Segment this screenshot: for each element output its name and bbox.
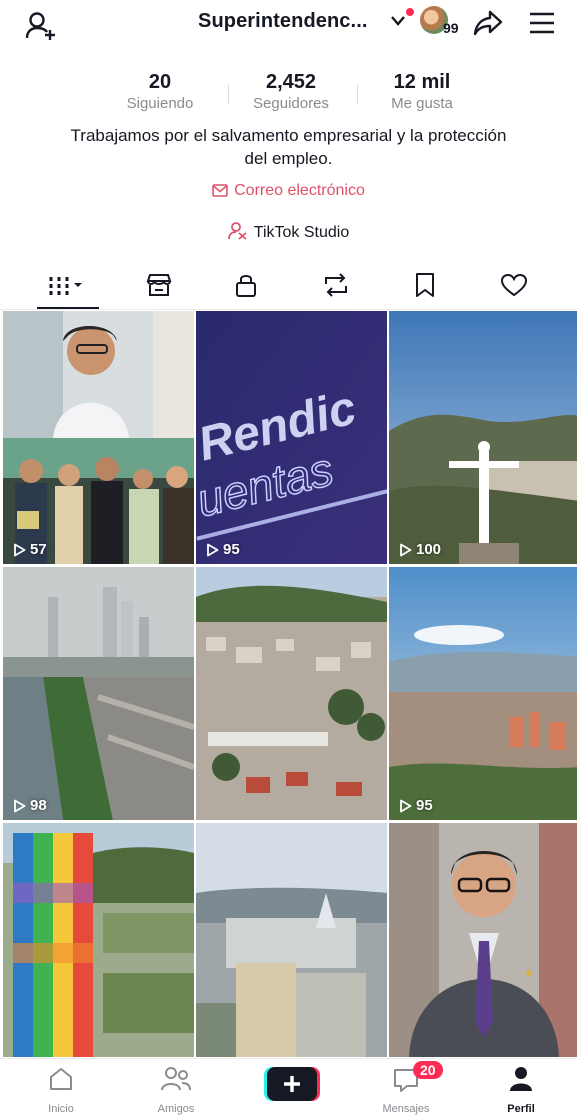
create-button[interactable] bbox=[264, 1067, 320, 1101]
video-tile[interactable]: 57 bbox=[3, 311, 194, 564]
view-count: 98 bbox=[13, 797, 47, 814]
lock-icon bbox=[234, 272, 258, 303]
username-title[interactable]: Superintendenc... bbox=[198, 10, 368, 33]
followers-count: 2,452 bbox=[265, 71, 317, 93]
mail-icon bbox=[212, 184, 228, 202]
video-tile[interactable]: 100 bbox=[389, 311, 577, 564]
notification-count: 99 bbox=[443, 20, 459, 36]
view-count: 95 bbox=[399, 797, 433, 814]
add-user-icon[interactable] bbox=[24, 8, 58, 42]
view-count: 100 bbox=[399, 541, 441, 558]
profile-icon bbox=[508, 1065, 534, 1098]
video-tile[interactable]: 95 bbox=[389, 567, 577, 820]
bookmark-icon bbox=[414, 272, 436, 303]
tab-favorites[interactable] bbox=[377, 264, 473, 310]
likes-count: 12 mil bbox=[393, 71, 451, 93]
view-count: 57 bbox=[13, 541, 47, 558]
following-stat[interactable]: 20 Siguiendo bbox=[95, 70, 225, 114]
video-tile[interactable]: 98 bbox=[3, 567, 194, 820]
nav-friends[interactable]: Amigos bbox=[121, 1059, 231, 1116]
likes-stat[interactable]: 12 mil Me gusta bbox=[357, 70, 487, 114]
friends-icon bbox=[160, 1065, 192, 1098]
shop-icon bbox=[145, 272, 173, 303]
nav-home[interactable]: Inicio bbox=[6, 1059, 116, 1116]
video-tile[interactable] bbox=[196, 823, 387, 1076]
video-tile[interactable]: Rendic uentas 95 bbox=[196, 311, 387, 564]
repost-icon bbox=[322, 272, 350, 303]
bottom-navigation: Inicio Amigos 20 Mensajes Perfil bbox=[0, 1058, 577, 1116]
profile-tabs bbox=[0, 264, 577, 310]
inbox-badge: 20 bbox=[413, 1061, 443, 1079]
email-label: Correo electrónico bbox=[234, 182, 365, 199]
nav-inbox-label: Mensajes bbox=[382, 1103, 430, 1115]
heart-icon bbox=[500, 273, 528, 302]
studio-label: TikTok Studio bbox=[253, 224, 350, 241]
followers-label: Seguidores bbox=[253, 95, 329, 112]
profile-header: Superintendenc... 99 bbox=[0, 0, 577, 50]
nav-profile[interactable]: Perfil bbox=[466, 1059, 576, 1116]
tab-reposts[interactable] bbox=[288, 264, 384, 310]
view-count: 95 bbox=[206, 541, 240, 558]
tab-videos[interactable] bbox=[20, 264, 116, 310]
videos-grid-icon bbox=[47, 273, 89, 302]
video-tile[interactable] bbox=[196, 567, 387, 820]
tab-liked[interactable] bbox=[466, 264, 562, 310]
profile-bio: Trabajamos por el salvamento empresarial… bbox=[70, 126, 507, 168]
video-tile[interactable] bbox=[389, 823, 577, 1076]
nav-friends-label: Amigos bbox=[157, 1103, 195, 1115]
following-count: 20 bbox=[148, 71, 172, 93]
studio-icon bbox=[227, 222, 248, 245]
email-link[interactable]: Correo electrónico bbox=[0, 182, 577, 202]
tabs-divider bbox=[0, 309, 577, 310]
share-icon[interactable] bbox=[472, 8, 504, 38]
tiktok-studio-link[interactable]: TikTok Studio bbox=[0, 222, 577, 245]
tab-shop[interactable] bbox=[111, 264, 207, 310]
nav-home-label: Inicio bbox=[48, 1103, 74, 1115]
tab-private[interactable] bbox=[198, 264, 294, 310]
nav-profile-label: Perfil bbox=[507, 1103, 535, 1115]
menu-icon[interactable] bbox=[528, 10, 556, 36]
followers-stat[interactable]: 2,452 Seguidores bbox=[226, 70, 356, 114]
video-tile[interactable] bbox=[3, 823, 194, 1076]
home-icon bbox=[47, 1065, 75, 1098]
likes-label: Me gusta bbox=[391, 95, 453, 112]
chevron-down-icon[interactable] bbox=[389, 14, 407, 28]
notification-dot bbox=[406, 8, 414, 16]
nav-inbox[interactable]: 20 Mensajes bbox=[351, 1059, 461, 1116]
following-label: Siguiendo bbox=[126, 95, 194, 112]
